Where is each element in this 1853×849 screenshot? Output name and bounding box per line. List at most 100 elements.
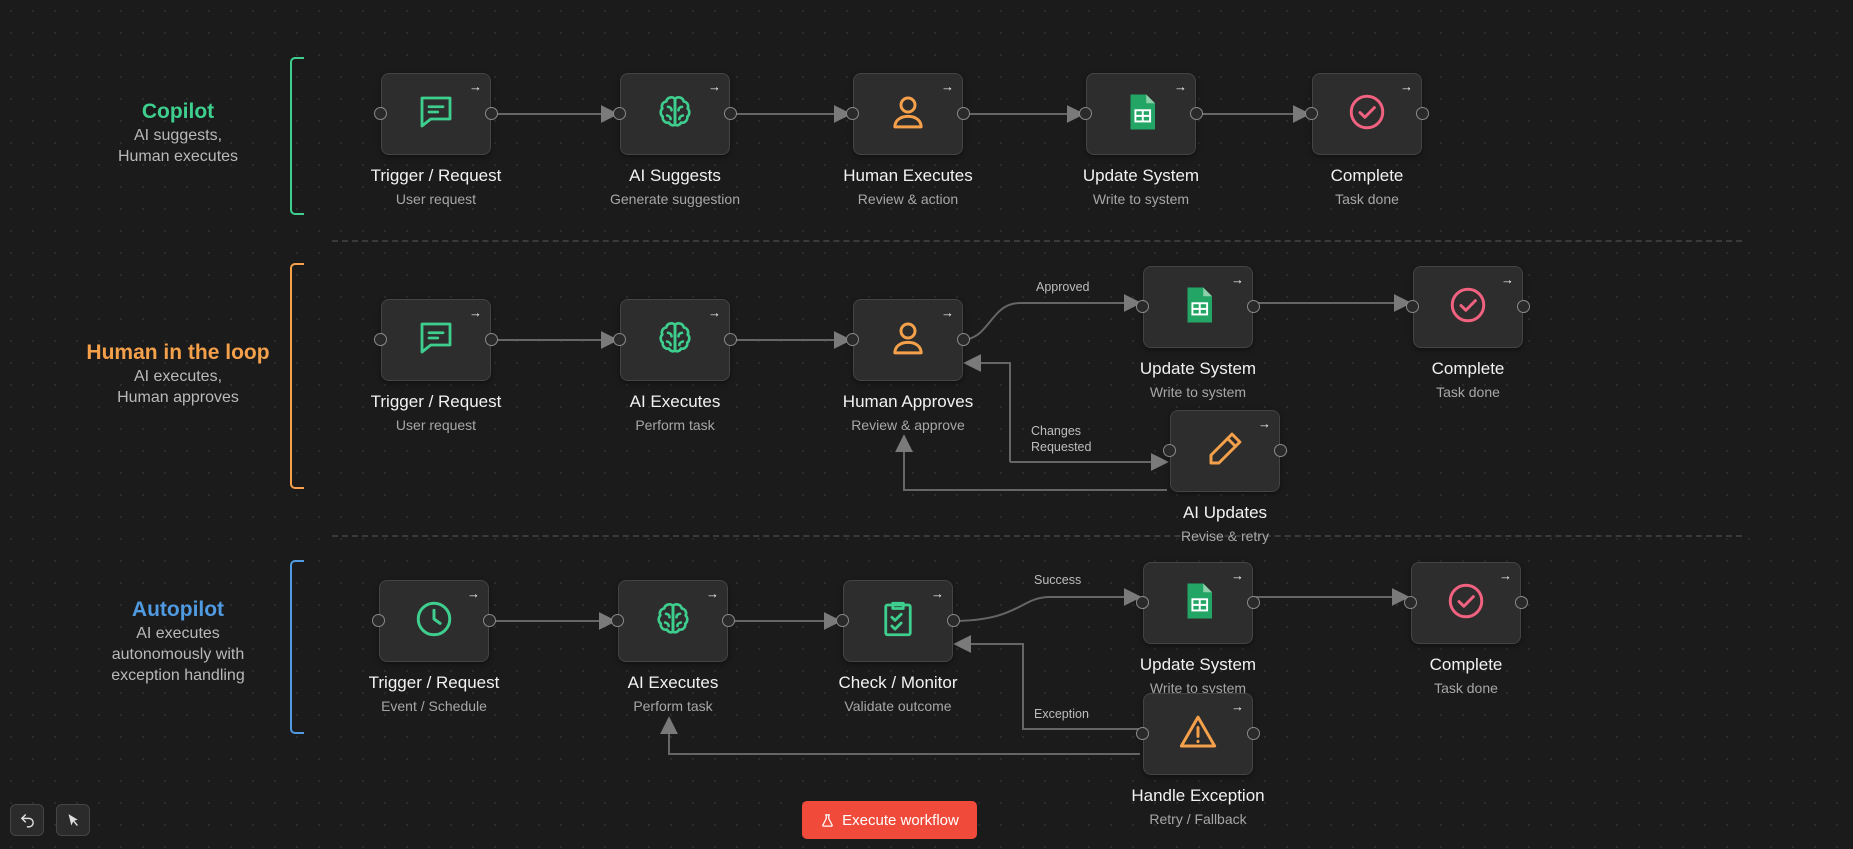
node-card[interactable]: → — [620, 299, 730, 381]
output-port[interactable] — [1247, 596, 1260, 609]
input-port[interactable] — [846, 333, 859, 346]
output-port[interactable] — [947, 614, 960, 627]
output-port[interactable] — [485, 333, 498, 346]
undo-button[interactable] — [10, 804, 44, 836]
node-card[interactable]: → — [1143, 562, 1253, 644]
input-port[interactable] — [1136, 300, 1149, 313]
output-port[interactable] — [483, 614, 496, 627]
run-node-icon[interactable]: → — [931, 587, 944, 601]
input-port[interactable] — [374, 333, 387, 346]
node-card[interactable]: → — [1411, 562, 1521, 644]
input-port[interactable] — [1406, 300, 1419, 313]
node-label: Human Executes Review & action — [793, 165, 1023, 209]
input-port[interactable] — [1305, 107, 1318, 120]
node-update-system[interactable]: → Update System Write to system — [1136, 266, 1260, 400]
output-port[interactable] — [1515, 596, 1528, 609]
input-port[interactable] — [1079, 107, 1092, 120]
node-card[interactable]: → — [843, 580, 953, 662]
output-port[interactable] — [1190, 107, 1203, 120]
edge-label-approved: Approved — [1036, 280, 1090, 294]
execute-workflow-button[interactable]: Execute workflow — [802, 801, 977, 839]
run-node-icon[interactable]: → — [1231, 273, 1244, 287]
run-node-icon[interactable]: → — [467, 587, 480, 601]
input-port[interactable] — [846, 107, 859, 120]
node-title: Trigger / Request — [370, 166, 502, 185]
run-node-icon[interactable]: → — [469, 306, 482, 320]
run-node-icon[interactable]: → — [1258, 417, 1271, 431]
input-port[interactable] — [374, 107, 387, 120]
node-update-system[interactable]: → Update System Write to system — [1136, 562, 1260, 696]
run-node-icon[interactable]: → — [1499, 569, 1512, 583]
input-port[interactable] — [611, 614, 624, 627]
node-complete[interactable]: → Complete Task done — [1406, 266, 1530, 400]
node-title: Complete — [1431, 359, 1505, 378]
input-port[interactable] — [1136, 727, 1149, 740]
input-port[interactable] — [372, 614, 385, 627]
run-node-icon[interactable]: → — [1400, 80, 1413, 94]
node-label: AI Updates Revise & retry — [1110, 502, 1340, 546]
run-node-icon[interactable]: → — [1174, 80, 1187, 94]
output-port[interactable] — [957, 333, 970, 346]
input-port[interactable] — [1404, 596, 1417, 609]
node-card[interactable]: → — [1143, 693, 1253, 775]
node-trigger-request[interactable]: → Trigger / Request User request — [371, 73, 501, 207]
output-port[interactable] — [724, 107, 737, 120]
node-card[interactable]: → — [381, 299, 491, 381]
select-tool-button[interactable] — [56, 804, 90, 836]
output-port[interactable] — [722, 614, 735, 627]
output-port[interactable] — [1274, 444, 1287, 457]
node-ai-updates[interactable]: → AI Updates Revise & retry — [1163, 410, 1287, 544]
lane-description: autonomously with — [111, 646, 245, 663]
node-card[interactable]: → — [618, 580, 728, 662]
node-card[interactable]: → — [379, 580, 489, 662]
node-card[interactable]: → — [1413, 266, 1523, 348]
run-node-icon[interactable]: → — [706, 587, 719, 601]
node-card[interactable]: → — [1086, 73, 1196, 155]
lane-label-human-in-the-loop: Human in the loop AI executes, Human app… — [48, 340, 308, 408]
output-port[interactable] — [1416, 107, 1429, 120]
node-card[interactable]: → — [381, 73, 491, 155]
node-label: Handle Exception Retry / Fallback — [1083, 785, 1313, 829]
node-human-approves[interactable]: → Human Approves Review & approve — [843, 299, 973, 433]
node-subtitle: Write to system — [1092, 191, 1190, 207]
input-port[interactable] — [1136, 596, 1149, 609]
node-handle-exception[interactable]: → Handle Exception Retry / Fallback — [1131, 693, 1265, 827]
input-port[interactable] — [613, 107, 626, 120]
node-trigger-request[interactable]: → Trigger / Request User request — [371, 299, 501, 433]
input-port[interactable] — [836, 614, 849, 627]
output-port[interactable] — [1247, 300, 1260, 313]
input-port[interactable] — [1163, 444, 1176, 457]
pencil-icon — [1204, 428, 1246, 475]
node-ai-executes[interactable]: → AI Executes Perform task — [611, 580, 735, 714]
input-port[interactable] — [613, 333, 626, 346]
output-port[interactable] — [485, 107, 498, 120]
output-port[interactable] — [724, 333, 737, 346]
run-node-icon[interactable]: → — [708, 306, 721, 320]
run-node-icon[interactable]: → — [708, 80, 721, 94]
run-node-icon[interactable]: → — [1231, 700, 1244, 714]
output-port[interactable] — [957, 107, 970, 120]
run-node-icon[interactable]: → — [941, 80, 954, 94]
node-complete[interactable]: → Complete Task done — [1404, 562, 1528, 696]
node-subtitle: Review & approve — [851, 417, 965, 433]
output-port[interactable] — [1247, 727, 1260, 740]
node-card[interactable]: → — [1143, 266, 1253, 348]
node-check-monitor[interactable]: → Check / Monitor Validate outcome — [836, 580, 960, 714]
run-node-icon[interactable]: → — [941, 306, 954, 320]
output-port[interactable] — [1517, 300, 1530, 313]
node-update-system[interactable]: → Update System Write to system — [1079, 73, 1203, 207]
run-node-icon[interactable]: → — [1501, 273, 1514, 287]
node-card[interactable]: → — [620, 73, 730, 155]
node-ai-suggests[interactable]: → AI Suggests Generate suggestion — [610, 73, 740, 207]
node-card[interactable]: → — [1312, 73, 1422, 155]
node-card[interactable]: → — [853, 299, 963, 381]
user-icon — [887, 91, 929, 138]
node-trigger-request[interactable]: → Trigger / Request Event / Schedule — [369, 580, 499, 714]
run-node-icon[interactable]: → — [469, 80, 482, 94]
node-complete[interactable]: → Complete Task done — [1305, 73, 1429, 207]
node-card[interactable]: → — [853, 73, 963, 155]
node-ai-executes[interactable]: → AI Executes Perform task — [613, 299, 737, 433]
node-human-executes[interactable]: → Human Executes Review & action — [843, 73, 973, 207]
node-card[interactable]: → — [1170, 410, 1280, 492]
run-node-icon[interactable]: → — [1231, 569, 1244, 583]
